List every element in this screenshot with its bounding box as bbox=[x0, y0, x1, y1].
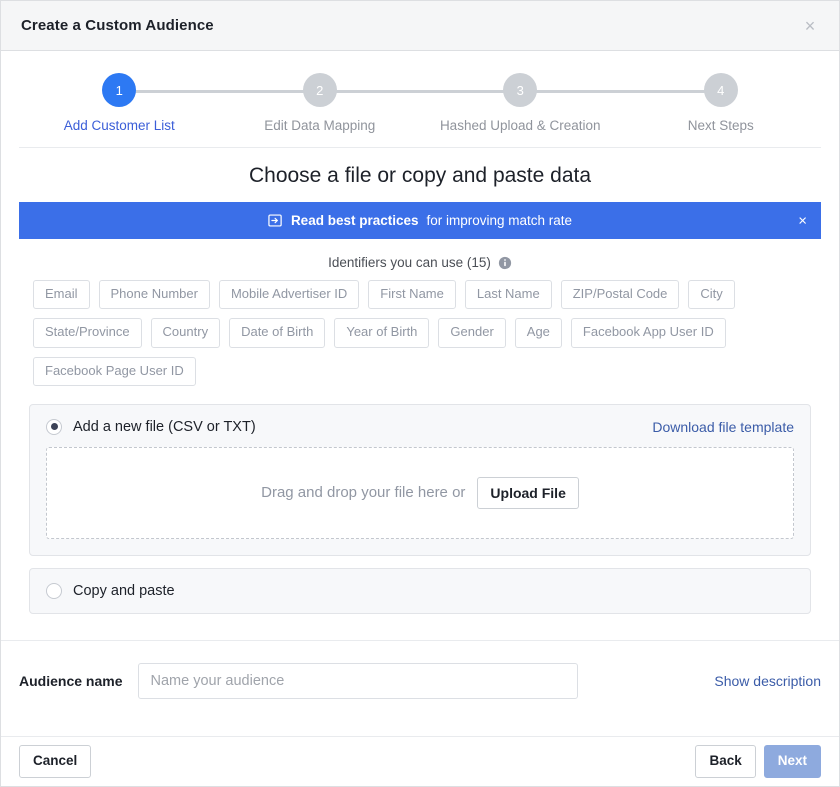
footer-actions: Back Next bbox=[695, 745, 821, 777]
open-in-box-icon bbox=[268, 213, 283, 228]
identifier-tag-email: Email bbox=[33, 280, 90, 309]
step-1-circle: 1 bbox=[102, 73, 136, 107]
close-icon[interactable]: × bbox=[799, 15, 821, 37]
step-3-hashed-upload-creation[interactable]: 3 Hashed Upload & Creation bbox=[420, 73, 621, 133]
radio-add-new-file[interactable] bbox=[46, 419, 62, 435]
copy-and-paste-header: Copy and paste bbox=[46, 583, 794, 599]
stepper: 1 Add Customer List 2 Edit Data Mapping … bbox=[19, 51, 821, 148]
file-dropzone[interactable]: Drag and drop your file here or Upload F… bbox=[46, 447, 794, 539]
copy-and-paste-label: Copy and paste bbox=[73, 583, 794, 599]
identifier-tag-city: City bbox=[688, 280, 734, 309]
dialog-title: Create a Custom Audience bbox=[21, 17, 799, 34]
identifier-tag-row: Facebook Page User ID bbox=[33, 357, 807, 386]
stepper-row: 1 Add Customer List 2 Edit Data Mapping … bbox=[19, 73, 821, 133]
identifiers-title-row: Identifiers you can use (15) bbox=[19, 239, 821, 280]
identifier-tag-facebook-page-user-id: Facebook Page User ID bbox=[33, 357, 196, 386]
identifier-tag-zip-postal-code: ZIP/Postal Code bbox=[561, 280, 680, 309]
radio-copy-and-paste[interactable] bbox=[46, 583, 62, 599]
identifier-tag-date-of-birth: Date of Birth bbox=[229, 318, 325, 347]
identifier-tag-row: State/Province Country Date of Birth Yea… bbox=[33, 318, 807, 347]
dialog-body: 1 Add Customer List 2 Edit Data Mapping … bbox=[1, 51, 839, 736]
step-2-circle: 2 bbox=[303, 73, 337, 107]
copy-and-paste-card[interactable]: Copy and paste bbox=[29, 568, 811, 614]
identifier-tags: Email Phone Number Mobile Advertiser ID … bbox=[19, 280, 821, 386]
identifier-tag-first-name: First Name bbox=[368, 280, 456, 309]
step-4-label: Next Steps bbox=[688, 118, 754, 133]
banner-rest-text: for improving match rate bbox=[427, 213, 573, 228]
step-4-next-steps[interactable]: 4 Next Steps bbox=[621, 73, 822, 133]
audience-name-input[interactable] bbox=[138, 663, 578, 699]
step-2-label: Edit Data Mapping bbox=[264, 118, 375, 133]
audience-name-row: Audience name Show description bbox=[1, 641, 839, 721]
step-3-circle: 3 bbox=[503, 73, 537, 107]
step-1-add-customer-list[interactable]: 1 Add Customer List bbox=[19, 73, 220, 133]
identifier-tag-country: Country bbox=[151, 318, 221, 347]
identifier-tag-facebook-app-user-id: Facebook App User ID bbox=[571, 318, 726, 347]
identifiers-title: Identifiers you can use (15) bbox=[328, 255, 491, 270]
add-new-file-header: Add a new file (CSV or TXT) Download fil… bbox=[46, 419, 794, 435]
step-2-edit-data-mapping[interactable]: 2 Edit Data Mapping bbox=[220, 73, 421, 133]
cancel-button[interactable]: Cancel bbox=[19, 745, 91, 777]
identifier-tag-row: Email Phone Number Mobile Advertiser ID … bbox=[33, 280, 807, 309]
back-button[interactable]: Back bbox=[695, 745, 755, 777]
show-description-link[interactable]: Show description bbox=[714, 673, 821, 689]
upload-file-button[interactable]: Upload File bbox=[477, 477, 578, 509]
create-custom-audience-dialog: Create a Custom Audience × 1 Add Custome… bbox=[0, 0, 840, 787]
step-3-label: Hashed Upload & Creation bbox=[440, 118, 601, 133]
main-content: Choose a file or copy and paste data Rea… bbox=[1, 148, 839, 614]
step-4-circle: 4 bbox=[704, 73, 738, 107]
audience-name-label: Audience name bbox=[19, 673, 122, 689]
add-new-file-label: Add a new file (CSV or TXT) bbox=[73, 419, 652, 435]
dropzone-text: Drag and drop your file here or bbox=[261, 484, 465, 501]
best-practices-banner[interactable]: Read best practices for improving match … bbox=[19, 202, 821, 239]
identifier-tag-age: Age bbox=[515, 318, 562, 347]
identifier-tag-phone-number: Phone Number bbox=[99, 280, 210, 309]
dialog-header: Create a Custom Audience × bbox=[1, 1, 839, 51]
page-title: Choose a file or copy and paste data bbox=[19, 148, 821, 202]
next-button[interactable]: Next bbox=[764, 745, 821, 777]
download-file-template-link[interactable]: Download file template bbox=[652, 419, 794, 435]
step-1-label: Add Customer List bbox=[64, 118, 175, 133]
identifier-tag-mobile-advertiser-id: Mobile Advertiser ID bbox=[219, 280, 359, 309]
identifier-tag-state-province: State/Province bbox=[33, 318, 142, 347]
banner-close-icon[interactable]: × bbox=[798, 213, 807, 228]
identifier-tag-last-name: Last Name bbox=[465, 280, 552, 309]
info-icon[interactable] bbox=[498, 256, 512, 270]
identifier-tag-gender: Gender bbox=[438, 318, 505, 347]
dialog-footer: Cancel Back Next bbox=[1, 736, 839, 786]
banner-strong-text: Read best practices bbox=[291, 213, 419, 228]
banner-content: Read best practices for improving match … bbox=[33, 213, 807, 228]
identifier-tag-year-of-birth: Year of Birth bbox=[334, 318, 429, 347]
add-new-file-card: Add a new file (CSV or TXT) Download fil… bbox=[29, 404, 811, 556]
